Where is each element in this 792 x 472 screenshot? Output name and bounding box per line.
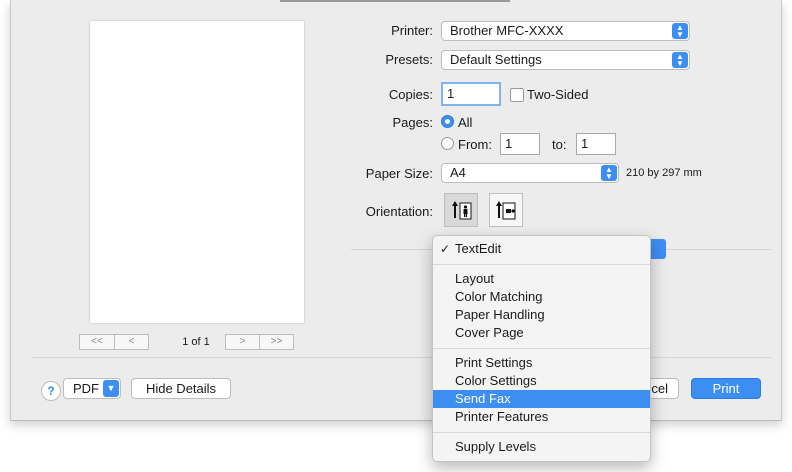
checkmark-icon: ✓ (440, 242, 451, 256)
page-indicator: 1 of 1 (182, 336, 210, 348)
first-page-button[interactable]: << (79, 334, 115, 350)
paper-size-value: A4 (450, 165, 466, 180)
menu-item-label: TextEdit (455, 241, 502, 256)
last-page-button[interactable]: >> (259, 334, 294, 350)
printer-popup[interactable]: Brother MFC-XXXX ▲ ▼ (441, 21, 690, 41)
print-button[interactable]: Print (691, 378, 761, 399)
menu-item-color-matching[interactable]: Color Matching (433, 288, 650, 306)
menu-item-label: Send Fax (455, 391, 511, 406)
print-options-menu: ✓ TextEdit Layout Color Matching Paper H… (432, 235, 651, 462)
pages-all-label: All (458, 115, 473, 130)
pages-from-field[interactable]: 1 (500, 133, 540, 155)
two-sided-checkbox[interactable] (510, 88, 524, 102)
pages-label: Pages: (392, 115, 433, 130)
window-top-edge (280, 0, 510, 2)
pages-to-label: to: (552, 137, 567, 152)
pages-from-radio[interactable] (441, 137, 454, 150)
portrait-orientation-icon (452, 201, 472, 220)
up-down-chevron-icon: ▲ ▼ (672, 52, 688, 68)
pages-to-field[interactable]: 1 (576, 133, 616, 155)
menu-item-label: Color Matching (455, 289, 543, 304)
portrait-orientation-button[interactable] (444, 193, 478, 227)
menu-item-label: Layout (455, 271, 495, 286)
copies-label: Copies: (388, 87, 433, 102)
paper-dimensions: 210 by 297 mm (626, 167, 702, 179)
up-down-chevron-icon: ▲ ▼ (601, 165, 617, 181)
pages-from-label: From: (458, 137, 492, 152)
footer-divider (31, 357, 771, 358)
menu-item-print-settings[interactable]: Print Settings (433, 354, 650, 372)
landscape-orientation-button[interactable] (489, 193, 523, 227)
menu-separator (433, 432, 650, 433)
menu-separator (433, 264, 650, 265)
two-sided-label: Two-Sided (527, 87, 589, 102)
presets-popup[interactable]: Default Settings ▲ ▼ (441, 50, 690, 70)
pdf-label: PDF (73, 381, 99, 396)
menu-item-supply-levels[interactable]: Supply Levels (433, 438, 650, 456)
presets-label: Presets: (385, 52, 433, 67)
menu-item-label: Print Settings (455, 355, 533, 370)
menu-item-paper-handling[interactable]: Paper Handling (433, 306, 650, 324)
menu-item-layout[interactable]: Layout (433, 270, 650, 288)
menu-item-textedit[interactable]: ✓ TextEdit (433, 240, 650, 258)
pdf-button[interactable]: PDF ▼ (63, 378, 121, 399)
hide-details-button[interactable]: Hide Details (131, 378, 231, 399)
menu-item-label: Printer Features (455, 409, 549, 424)
menu-item-cover-page[interactable]: Cover Page (433, 324, 650, 342)
menu-item-printer-features[interactable]: Printer Features (433, 408, 650, 426)
menu-item-send-fax[interactable]: Send Fax (433, 390, 650, 408)
pages-all-radio[interactable] (441, 115, 454, 128)
help-button[interactable]: ? (41, 381, 61, 401)
paper-size-label: Paper Size: (365, 166, 433, 181)
menu-separator (433, 348, 650, 349)
menu-item-color-settings[interactable]: Color Settings (433, 372, 650, 390)
next-page-button[interactable]: > (225, 334, 260, 350)
chevron-down-icon: ▼ (103, 380, 119, 397)
menu-item-label: Cover Page (455, 325, 524, 340)
copies-field[interactable]: 1 (441, 82, 501, 106)
page-preview (90, 21, 304, 323)
previous-page-button[interactable]: < (114, 334, 149, 350)
menu-item-label: Paper Handling (455, 307, 545, 322)
printer-value: Brother MFC-XXXX (450, 23, 564, 38)
menu-item-label: Supply Levels (455, 439, 536, 454)
up-down-chevron-icon: ▲ ▼ (672, 23, 688, 39)
paper-size-popup[interactable]: A4 ▲ ▼ (441, 163, 619, 183)
orientation-label: Orientation: (365, 204, 433, 219)
print-dialog: << < 1 of 1 > >> Printer: Brother MFC-XX… (10, 0, 782, 421)
printer-label: Printer: (391, 23, 433, 38)
menu-item-label: Color Settings (455, 373, 537, 388)
landscape-orientation-icon (496, 201, 516, 220)
presets-value: Default Settings (450, 52, 542, 67)
